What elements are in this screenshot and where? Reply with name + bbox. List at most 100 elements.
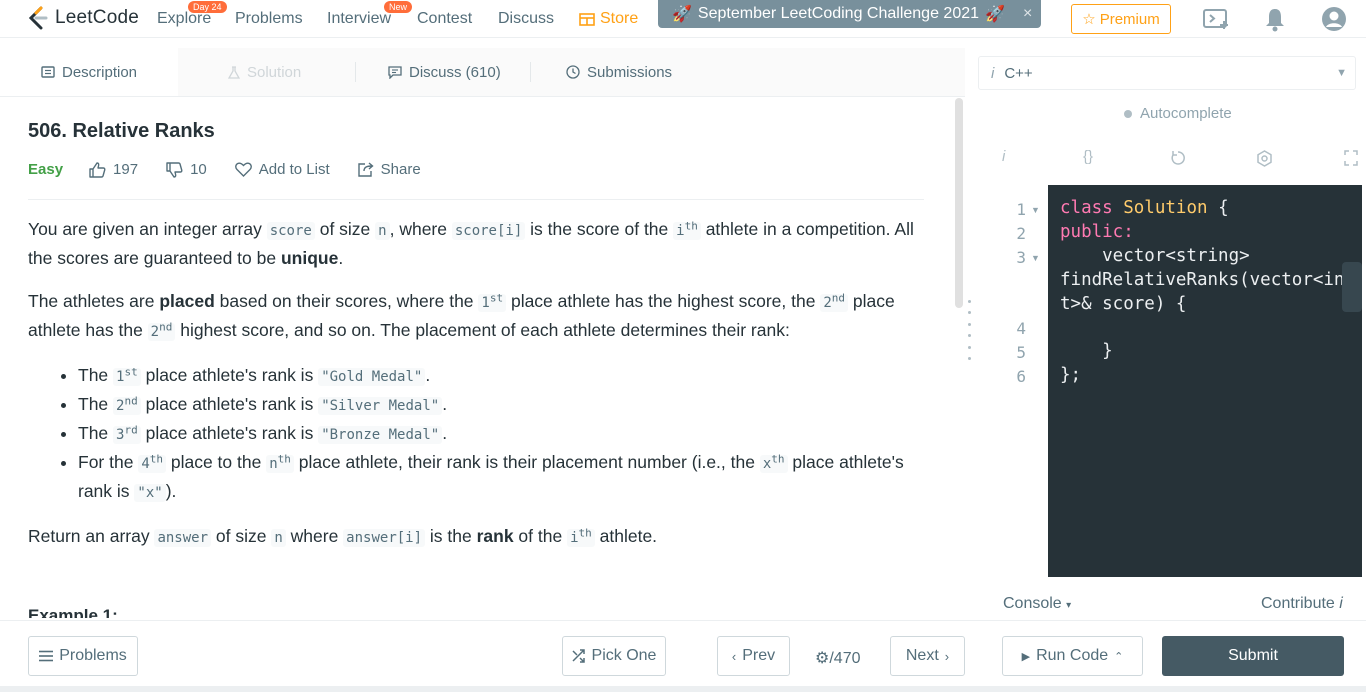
bell-icon[interactable] — [1264, 6, 1286, 32]
leetcode-logo-icon — [28, 6, 48, 30]
rocket-icon: 🚀 — [985, 6, 1005, 23]
info-icon[interactable]: i — [1002, 148, 1005, 165]
problem-panel: 506. Relative Ranks Easy 197 10 Add to L… — [0, 98, 955, 618]
user-avatar-icon[interactable] — [1321, 6, 1347, 32]
nav-problems[interactable]: Problems — [235, 10, 303, 28]
prev-label: Prev — [742, 647, 776, 664]
bug-icon: ⚙ — [815, 650, 830, 667]
editor-scrollbar[interactable] — [1342, 262, 1362, 312]
share-button[interactable]: Share — [357, 161, 421, 178]
run-code-label: Run Code — [1036, 647, 1109, 664]
code-line: class Solution { — [1060, 198, 1229, 218]
clock-icon — [566, 65, 580, 79]
tab-submissions[interactable]: Submissions — [566, 48, 672, 96]
description-paragraph: You are given an integer array score of … — [28, 219, 914, 268]
code-line: t>& score) { — [1060, 294, 1187, 314]
editor-gutter: 1 ▼ 2 3 ▼ 4 5 6 — [978, 185, 1048, 577]
list-item: The 3rd place athlete's rank is "Bronze … — [78, 420, 928, 449]
next-button[interactable]: Next › — [890, 636, 965, 676]
fold-icon[interactable]: ▼ — [1031, 253, 1040, 263]
nav-interview[interactable]: Interview — [327, 10, 391, 28]
info-icon: i — [1339, 595, 1343, 612]
challenge-banner[interactable]: 🚀 September LeetCoding Challenge 2021 🚀 … — [658, 0, 1041, 28]
bottom-bar: Problems Pick One ‹ Prev ⚙/470 Next › ▶ … — [0, 620, 1366, 692]
reset-icon[interactable] — [1170, 150, 1186, 166]
info-icon: i — [991, 64, 995, 82]
chevron-left-icon: ‹ — [731, 648, 737, 664]
tab-solution-label: Solution — [247, 63, 302, 81]
share-icon — [357, 162, 374, 177]
line-number: 5 — [1016, 343, 1026, 362]
rank-rules-list: The 1st place athlete's rank is "Gold Me… — [50, 362, 928, 507]
premium-label: Premium — [1099, 10, 1160, 28]
language-value: C++ — [1004, 64, 1033, 82]
description-paragraph: The athletes are placed based on their s… — [28, 291, 895, 341]
likes-count: 197 — [113, 161, 139, 178]
nav-store[interactable]: Store — [579, 10, 638, 28]
problem-description: You are given an integer array score of … — [28, 216, 928, 568]
fullscreen-icon[interactable] — [1344, 150, 1358, 166]
close-icon[interactable]: × — [1023, 5, 1032, 23]
problems-list-button[interactable]: Problems — [28, 636, 138, 676]
braces-icon[interactable]: {} — [1083, 148, 1093, 165]
toggle-dot-icon — [1124, 109, 1132, 118]
panel-resize-handle[interactable] — [968, 300, 972, 360]
premium-button[interactable]: ☆ Premium — [1071, 4, 1171, 34]
code-line: public: — [1060, 222, 1134, 242]
difficulty-badge: Easy — [28, 161, 64, 178]
shuffle-icon — [572, 649, 585, 663]
run-code-button[interactable]: ▶ Run Code ⌃ — [1002, 636, 1143, 676]
caret-down-icon: ▾ — [1066, 600, 1072, 611]
playground-icon[interactable] — [1202, 6, 1232, 32]
autocomplete-toggle[interactable]: Autocomplete — [1124, 105, 1232, 122]
challenge-label: September LeetCoding Challenge 2021 — [697, 5, 980, 22]
star-icon: ☆ — [1082, 11, 1096, 28]
explore-day-badge: Day 24 — [188, 1, 227, 13]
problem-counter[interactable]: ⚙/470 — [815, 648, 860, 668]
console-toggle[interactable]: Console ▾ — [1003, 595, 1071, 613]
settings-icon[interactable] — [1256, 150, 1273, 167]
fold-icon[interactable]: ▼ — [1031, 205, 1040, 215]
description-icon — [41, 66, 55, 78]
chevron-right-icon: › — [944, 648, 950, 664]
code-line: }; — [1060, 365, 1082, 385]
pick-one-button[interactable]: Pick One — [562, 636, 666, 676]
description-scrollbar[interactable] — [955, 98, 963, 308]
code-editor[interactable]: class Solution { public: vector<string> … — [1048, 185, 1362, 577]
contribute-label: Contribute — [1261, 595, 1335, 612]
line-number: 4 — [1016, 319, 1026, 338]
rocket-icon: 🚀 — [672, 6, 692, 23]
line-number: 3 — [1016, 248, 1026, 267]
total-problems: /470 — [829, 650, 861, 667]
tab-solution[interactable]: Solution — [228, 48, 301, 96]
nav-contest[interactable]: Contest — [417, 10, 472, 28]
problem-meta: Easy 197 10 Add to List Share — [28, 161, 449, 178]
dislike-button[interactable]: 10 — [166, 161, 207, 178]
list-item: The 1st place athlete's rank is "Gold Me… — [78, 362, 928, 391]
add-to-list-label: Add to List — [258, 161, 330, 178]
autocomplete-label: Autocomplete — [1140, 105, 1232, 122]
divider — [28, 199, 924, 200]
tab-discuss-label: Discuss (610) — [409, 63, 501, 81]
top-navigation: LeetCode Explore Day 24 Problems Intervi… — [0, 0, 1366, 38]
tab-discuss[interactable]: Discuss (610) — [388, 48, 501, 96]
heart-icon — [234, 162, 252, 177]
interview-new-badge: New — [384, 1, 413, 13]
prev-button[interactable]: ‹ Prev — [717, 636, 790, 676]
contribute-link[interactable]: Contribute i — [1261, 595, 1343, 613]
nav-discuss[interactable]: Discuss — [498, 10, 554, 28]
like-button[interactable]: 197 — [89, 161, 138, 178]
add-to-list-button[interactable]: Add to List — [234, 161, 330, 178]
language-select[interactable]: i C++ ▼ — [978, 56, 1356, 90]
tab-description[interactable]: Description — [0, 48, 178, 96]
line-number: 1 — [1016, 200, 1026, 219]
pick-one-label: Pick One — [591, 647, 657, 664]
description-paragraph: Return an array answer of size n where a… — [28, 526, 658, 547]
comment-icon — [388, 65, 402, 79]
console-label: Console — [1003, 595, 1062, 612]
dislikes-count: 10 — [190, 161, 207, 178]
leetcode-logo[interactable]: LeetCode — [27, 6, 139, 30]
problems-label: Problems — [59, 647, 127, 664]
submit-button[interactable]: Submit — [1162, 636, 1344, 676]
line-number: 2 — [1016, 224, 1026, 243]
